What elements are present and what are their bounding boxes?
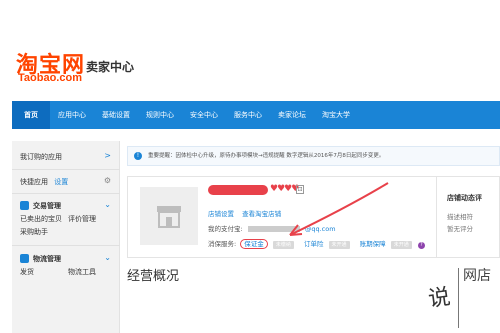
nav-basic-settings[interactable]: 基础设置 xyxy=(94,101,138,129)
consumer-label: 消保服务: xyxy=(208,240,237,248)
gear-icon[interactable]: ⚙ xyxy=(104,176,111,185)
quick-apps-settings-link[interactable]: 设置 xyxy=(54,178,68,186)
shop-rating-panel: 店铺动态评 描述相符 暂无评分 xyxy=(437,176,500,258)
taobao-logo-en[interactable]: Taobao.com xyxy=(18,72,82,84)
notice-text: 重要提醒：因体检中心升级，原待办事项模块→违规提醒 数字逻辑从2016年7月8日… xyxy=(148,153,385,159)
description-match-value: 暂无评分 xyxy=(447,225,473,233)
chevron-down-icon[interactable]: ⌄ xyxy=(104,200,111,209)
watermark-text: 网店 xyxy=(463,268,491,284)
trade-icon xyxy=(20,201,29,210)
logistics-icon xyxy=(20,254,29,263)
divider xyxy=(12,245,120,246)
nav-taobao-university[interactable]: 淘宝大学 xyxy=(314,101,358,129)
annotation-arrow xyxy=(289,182,389,236)
rating-panel-title: 店铺动态评 xyxy=(447,194,482,202)
divider xyxy=(12,193,120,194)
nav-home[interactable]: 首页 xyxy=(12,101,50,129)
shop-card: ♥♥♥♥ ⊡ 店铺设置 查看淘宝店铺 我的支付宝: @qq.com 消保服务: … xyxy=(127,176,437,258)
storefront-icon xyxy=(157,206,181,228)
business-overview-title: 经营概况 xyxy=(127,269,180,284)
sidebar-link-sold-items[interactable]: 已卖出的宝贝 xyxy=(20,214,62,224)
main-nav: 首页 应用中心 基础设置 规则中心 安全中心 服务中心 卖家论坛 淘宝大学 xyxy=(12,101,500,129)
sidebar-link-logistics-tools[interactable]: 物流工具 xyxy=(68,267,96,277)
shop-settings-link[interactable]: 店铺设置 xyxy=(208,210,234,218)
watermark-char: 说 xyxy=(426,284,452,313)
store-thumbnail[interactable] xyxy=(140,187,198,245)
watermark-divider xyxy=(458,268,459,328)
chevron-right-icon[interactable]: > xyxy=(104,151,111,160)
info-icon: ! xyxy=(134,152,142,160)
nav-service-center[interactable]: 服务中心 xyxy=(226,101,270,129)
sidebar-logistics-title[interactable]: 物流管理 xyxy=(33,254,61,264)
sidebar: 我订购的应用 > 快捷应用 设置 ⚙ 交易管理 ⌄ 已卖出的宝贝 评价管理 采购… xyxy=(12,141,120,333)
quick-apps-label: 快捷应用 xyxy=(20,178,48,186)
nav-security-center[interactable]: 安全中心 xyxy=(182,101,226,129)
sidebar-link-purchase-helper[interactable]: 采购助手 xyxy=(20,227,48,237)
nav-app-center[interactable]: 应用中心 xyxy=(50,101,94,129)
sidebar-link-reviews[interactable]: 评价管理 xyxy=(68,214,96,224)
chevron-down-icon[interactable]: ⌄ xyxy=(104,253,111,262)
nav-seller-forum[interactable]: 卖家论坛 xyxy=(270,101,314,129)
nav-rules-center[interactable]: 规则中心 xyxy=(138,101,182,129)
sidebar-my-apps[interactable]: 我订购的应用 xyxy=(20,152,62,162)
description-match-label: 描述相符 xyxy=(447,213,473,221)
sidebar-trade-title[interactable]: 交易管理 xyxy=(33,201,61,211)
notice-bar: ! 重要提醒：因体检中心升级，原待办事项模块→违规提醒 数字逻辑从2016年7月… xyxy=(127,146,500,166)
divider xyxy=(12,169,120,170)
sidebar-quick-apps: 快捷应用 设置 xyxy=(20,177,68,187)
help-icon[interactable]: ? xyxy=(417,242,425,249)
sidebar-link-ship[interactable]: 发货 xyxy=(20,267,34,277)
seller-center-title: 卖家中心 xyxy=(86,60,135,74)
